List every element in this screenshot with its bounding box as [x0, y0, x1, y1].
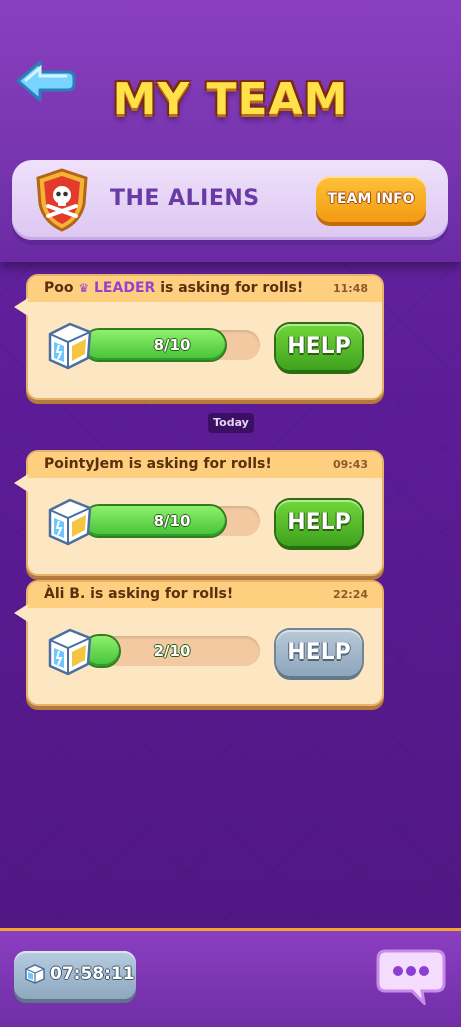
team-name: THE ALIENS — [110, 186, 260, 211]
leader-badge: LEADER — [94, 280, 156, 296]
dice-icon — [48, 628, 92, 676]
help-button-disabled[interactable]: HELP — [276, 630, 362, 676]
request-message: Àli B. is asking for rolls! — [44, 586, 233, 602]
team-emblem-icon — [36, 168, 88, 232]
request-text: is asking for rolls! — [160, 280, 304, 296]
help-button[interactable]: HELP — [276, 324, 362, 370]
dice-icon — [25, 964, 45, 984]
rolls-progress-bar: 8/10 — [84, 506, 260, 536]
footer-bar: 07:58:11 — [0, 928, 461, 1027]
roll-request-card: Àli B. is asking for rolls! 22:24 2/10 H… — [14, 580, 384, 706]
help-button[interactable]: HELP — [276, 500, 362, 546]
team-info-button[interactable]: TEAM INFO — [316, 176, 426, 222]
card-header: Poo ♛ LEADER is asking for rolls! 11:48 — [28, 276, 382, 302]
request-text: is asking for rolls! — [128, 456, 272, 472]
dice-icon — [48, 498, 92, 546]
chat-bubble-icon[interactable] — [376, 947, 446, 1005]
card-header: Àli B. is asking for rolls! 22:24 — [28, 582, 382, 608]
request-time: 11:48 — [332, 282, 368, 295]
progress-label: 8/10 — [153, 336, 191, 354]
card-header: PointyJem is asking for rolls! 09:43 — [28, 452, 382, 478]
requester-name: Poo — [44, 280, 74, 296]
request-time: 09:43 — [332, 458, 368, 471]
roll-timer-button[interactable]: 07:58:11 — [14, 951, 136, 999]
dice-icon — [48, 322, 92, 370]
page-title: MY TEAM — [112, 74, 349, 125]
crown-icon: ♛ — [78, 281, 90, 295]
requester-name: Àli B. — [44, 586, 86, 602]
request-time: 22:24 — [332, 588, 368, 601]
progress-label: 2/10 — [153, 642, 191, 660]
request-message: PointyJem is asking for rolls! — [44, 456, 272, 472]
header: MY TEAM THE ALIENS TEAM INFO — [0, 0, 461, 262]
rolls-progress-bar: 8/10 — [84, 330, 260, 360]
roll-request-card: Poo ♛ LEADER is asking for rolls! 11:48 … — [14, 274, 384, 400]
roll-request-card: PointyJem is asking for rolls! 09:43 8/1… — [14, 450, 384, 576]
progress-label: 8/10 — [153, 512, 191, 530]
requester-name: PointyJem — [44, 456, 124, 472]
team-bar: THE ALIENS TEAM INFO — [12, 160, 448, 240]
date-separator: Today — [208, 413, 254, 433]
roll-timer: 07:58:11 — [50, 964, 135, 984]
rolls-progress-bar: 2/10 — [84, 636, 260, 666]
request-message: Poo ♛ LEADER is asking for rolls! — [44, 280, 303, 296]
request-text: is asking for rolls! — [90, 586, 234, 602]
